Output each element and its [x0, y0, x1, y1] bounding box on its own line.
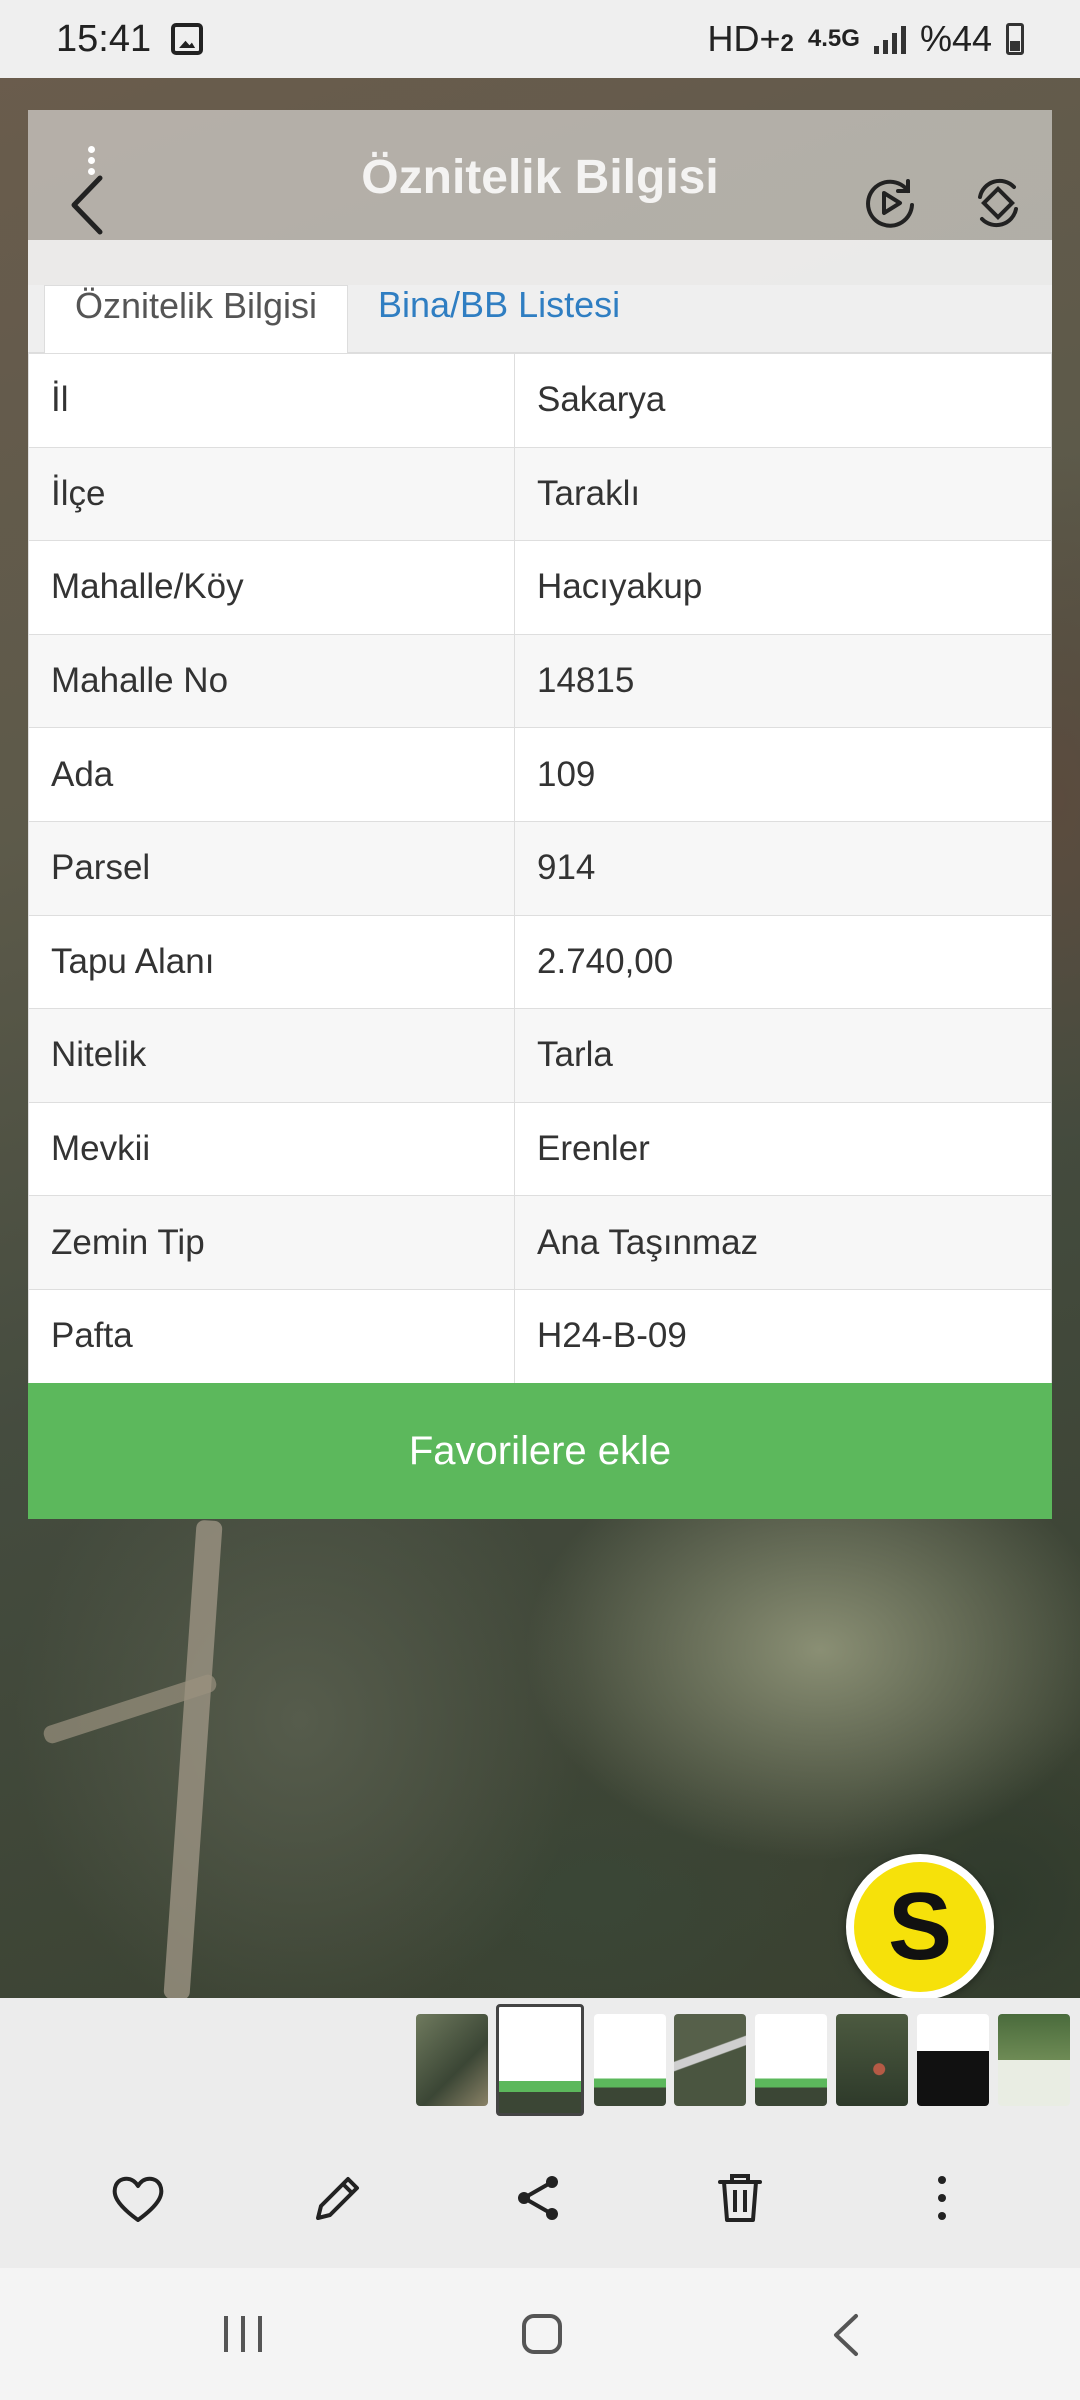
signal-icon — [873, 24, 906, 54]
navigation-bar — [0, 2268, 1080, 2400]
attribute-key: İl — [28, 353, 515, 448]
heart-icon — [112, 2176, 164, 2222]
attribute-key: İlçe — [28, 446, 515, 542]
share-button[interactable] — [508, 2168, 568, 2228]
thumbnail-selected[interactable] — [496, 2004, 584, 2116]
map-road — [163, 1519, 223, 2001]
chevron-left-icon — [71, 175, 103, 235]
table-row: İlçe Taraklı — [28, 446, 1052, 542]
status-indicators: HD+2 4.5G %44 — [708, 18, 1024, 60]
gallery-notification-icon — [171, 23, 204, 55]
tab-attribute-info[interactable]: Öznitelik Bilgisi — [44, 285, 348, 353]
attribute-key: Parsel — [28, 820, 515, 916]
play-rotate-icon — [866, 179, 914, 228]
thumbnail[interactable] — [594, 2014, 666, 2106]
hd-network-indicator: HD+2 — [707, 18, 794, 59]
battery-icon — [1006, 23, 1024, 55]
table-row: Mahalle No 14815 — [28, 633, 1052, 729]
attribute-key: Nitelik — [28, 1008, 515, 1103]
system-back-button[interactable] — [828, 2312, 864, 2358]
status-time: 15:41 — [56, 17, 152, 60]
attribute-value: Ana Taşınmaz — [514, 1195, 1052, 1290]
delete-button[interactable] — [710, 2168, 770, 2228]
thumbnail[interactable] — [674, 2014, 746, 2106]
attribute-value: 109 — [514, 727, 1052, 822]
status-bar: 15:41 HD+2 4.5G %44 — [0, 0, 1080, 78]
attribute-value: Taraklı — [514, 446, 1052, 542]
table-row: Ada 109 — [28, 727, 1052, 822]
thumbnail[interactable] — [755, 2014, 827, 2106]
attribute-key: Mahalle No — [28, 633, 515, 729]
attribute-value: H24-B-09 — [514, 1288, 1052, 1384]
tab-building-list[interactable]: Bina/BB Listesi — [350, 284, 648, 353]
attribute-key: Pafta — [28, 1288, 515, 1384]
edit-button[interactable] — [308, 2168, 368, 2228]
attribute-key: Zemin Tip — [28, 1195, 515, 1290]
s-badge-label: S — [854, 1862, 986, 1992]
add-to-favorites-button[interactable]: Favorilere ekle — [28, 1383, 1052, 1519]
attribute-value: Tarla — [514, 1008, 1052, 1103]
attribute-value: Sakarya — [514, 353, 1052, 448]
attribute-key: Ada — [28, 727, 515, 822]
table-row: Nitelik Tarla — [28, 1008, 1052, 1103]
table-row: Pafta H24-B-09 — [28, 1288, 1052, 1384]
share-icon — [518, 2176, 558, 2220]
table-row: İl Sakarya — [28, 353, 1052, 448]
table-row: Mevkii Erenler — [28, 1101, 1052, 1197]
attribute-value: 2.740,00 — [514, 914, 1052, 1010]
attribute-value: 14815 — [514, 633, 1052, 729]
home-icon — [522, 2314, 562, 2354]
table-row: Tapu Alanı 2.740,00 — [28, 914, 1052, 1010]
back-button[interactable] — [60, 170, 120, 240]
recents-icon — [224, 2316, 262, 2352]
tab-bar: Öznitelik Bilgisi Bina/BB Listesi — [28, 284, 1052, 353]
home-button[interactable] — [520, 2312, 564, 2356]
header-divider — [28, 240, 1052, 288]
attribute-key: Mevkii — [28, 1101, 515, 1197]
action-bar — [0, 2128, 1080, 2268]
thumbnail-strip — [0, 1998, 1080, 2128]
thumbnail[interactable] — [836, 2014, 908, 2106]
more-vertical-icon — [938, 2176, 946, 2220]
thumbnail[interactable] — [998, 2014, 1070, 2106]
attribute-value: Hacıyakup — [514, 540, 1052, 635]
thumbnail[interactable] — [416, 2014, 488, 2106]
more-options-button[interactable] — [912, 2168, 972, 2228]
attribute-key: Mahalle/Köy — [28, 540, 515, 635]
thumbnail[interactable] — [917, 2014, 989, 2106]
rotate-button[interactable] — [970, 175, 1026, 231]
trash-icon — [718, 2174, 762, 2222]
attribute-table: İl Sakarya İlçe Taraklı Mahalle/Köy Hacıyak… — [28, 353, 1052, 1384]
rotate-icon — [978, 178, 1018, 228]
pencil-icon — [316, 2177, 359, 2220]
table-row: Zemin Tip Ana Taşınmaz — [28, 1195, 1052, 1290]
attribute-key: Tapu Alanı — [28, 914, 515, 1010]
attribute-value: Erenler — [514, 1101, 1052, 1197]
screen: 15:41 HD+2 4.5G %44 Öznitelik Bilgisi Öz… — [0, 0, 1080, 2400]
network-type-indicator: 4.5G — [807, 25, 860, 52]
table-row: Parsel 914 — [28, 820, 1052, 916]
table-row: Mahalle/Köy Hacıyakup — [28, 540, 1052, 635]
floating-s-button[interactable]: S — [846, 1854, 994, 2000]
play-rotate-button[interactable] — [862, 175, 918, 231]
recents-button[interactable] — [220, 2312, 266, 2356]
attribute-value: 914 — [514, 820, 1052, 916]
back-icon — [834, 2314, 858, 2356]
battery-percent: %44 — [919, 18, 992, 59]
favorite-button[interactable] — [108, 2168, 168, 2228]
